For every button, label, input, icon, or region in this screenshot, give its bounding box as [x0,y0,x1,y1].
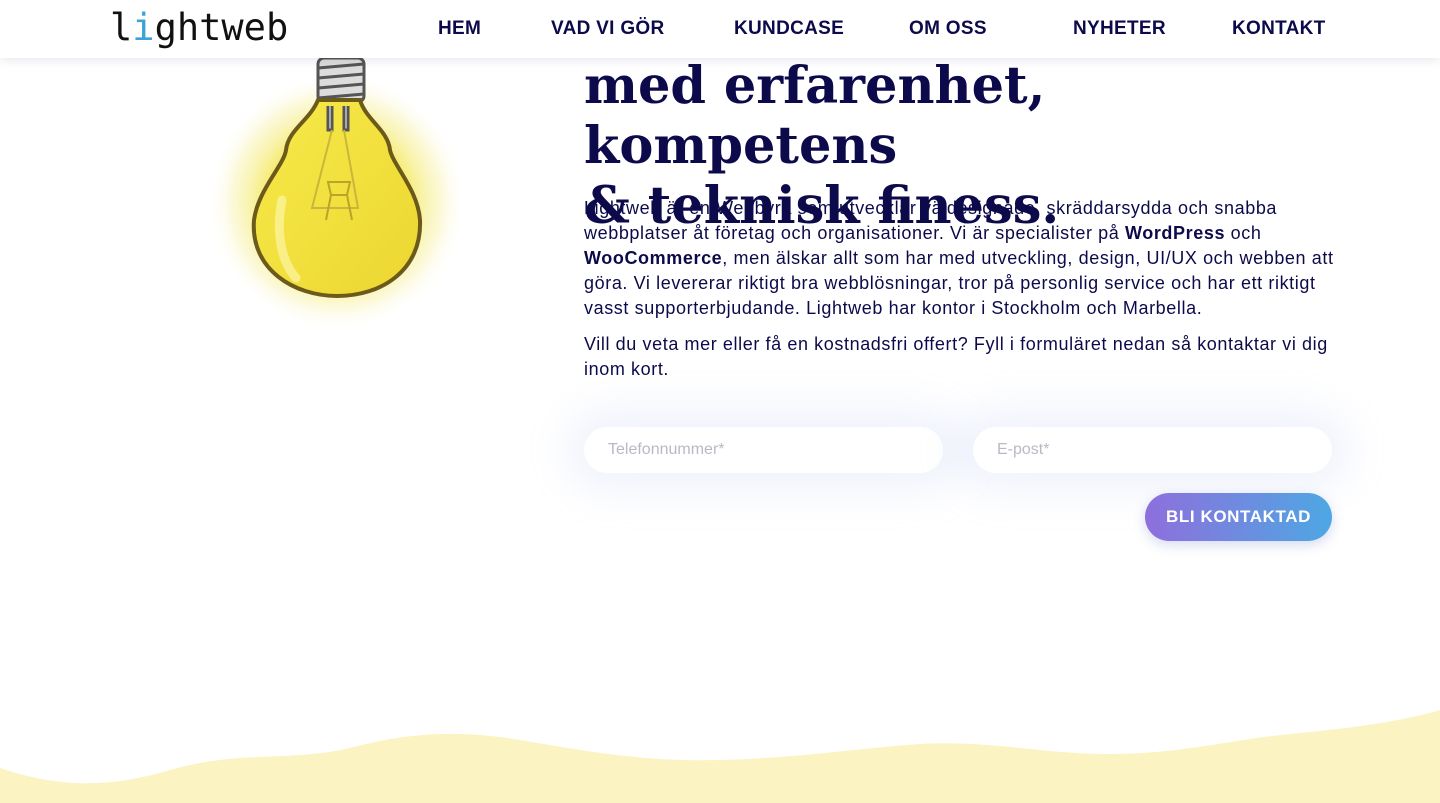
headline-line-1: med erfarenhet, kompetens [584,56,1046,176]
logo[interactable]: lightweb [110,6,288,50]
nav-item-nyheter[interactable]: NYHETER [1073,18,1166,40]
decorative-wave [0,710,1440,803]
nav-item-hem[interactable]: HEM [438,18,481,40]
nav-item-om-oss[interactable]: OM OSS [909,18,987,40]
nav-item-kontakt[interactable]: KONTAKT [1232,18,1326,40]
nav-item-kundcase[interactable]: KUNDCASE [734,18,844,40]
nav-item-vad-vi-gor[interactable]: VAD VI GÖR [551,18,665,40]
submit-button[interactable]: BLI KONTAKTAD [1145,493,1332,541]
intro-bold-woocommerce: WooCommerce [584,248,723,268]
email-input[interactable] [973,427,1332,473]
intro-text-2: och [1225,223,1262,243]
intro-bold-wordpress: WordPress [1124,223,1226,243]
cta-paragraph: Vill du veta mer eller få en kostnadsfri… [584,334,1328,379]
lightbulb-icon [200,30,480,350]
logo-text: lightweb [110,6,289,49]
phone-input[interactable] [584,427,943,473]
intro-paragraph: Lightweb är en Webbyrå som utvecklar väl… [584,196,1336,321]
site-header: lightweb HEM VAD VI GÖR KUNDCASE OM OSS … [0,0,1440,58]
